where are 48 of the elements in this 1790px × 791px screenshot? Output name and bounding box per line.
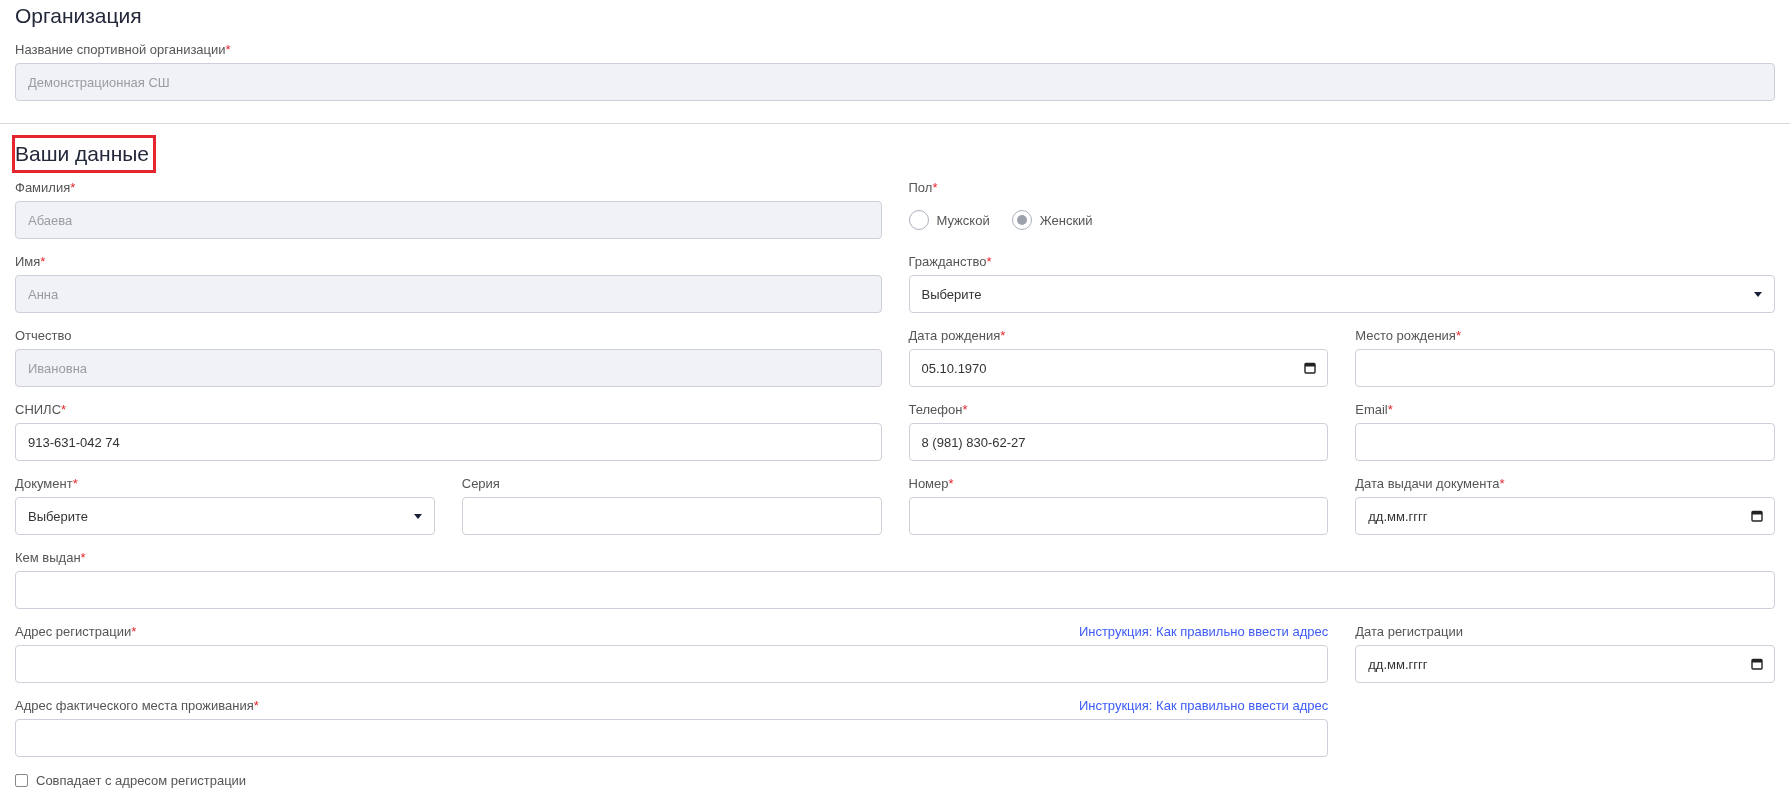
calendar-icon[interactable]: [1751, 510, 1763, 522]
text-field[interactable]: [15, 645, 1329, 683]
radio-option[interactable]: Женский: [1011, 210, 1093, 230]
field-label: Номер*: [908, 476, 954, 492]
field-label: Кем выдан*: [15, 550, 86, 566]
field-label: Телефон*: [908, 402, 968, 418]
date-field[interactable]: дд.мм.гггг: [1355, 645, 1775, 683]
caret-icon: [413, 513, 422, 519]
field-label: Пол*: [908, 180, 938, 196]
field-label: Дата рождения*: [908, 328, 1006, 344]
section-title: Организация: [15, 3, 143, 29]
field-label: Серия: [461, 476, 500, 492]
field-label: Документ*: [15, 476, 78, 492]
text-field[interactable]: [461, 497, 882, 535]
dropdown-field[interactable]: Выберите: [15, 497, 435, 535]
checkbox[interactable]: [15, 773, 28, 787]
text-field[interactable]: 913-631-042 74: [15, 423, 882, 461]
radio-button[interactable]: [908, 210, 929, 230]
field-label: Фамилия*: [15, 180, 76, 196]
date-field[interactable]: дд.мм.гггг: [1355, 497, 1775, 535]
text-field[interactable]: [908, 497, 1329, 535]
field-label: Гражданство*: [908, 254, 992, 270]
calendar-icon[interactable]: [1751, 658, 1763, 670]
dropdown-field[interactable]: Выберите: [908, 275, 1775, 313]
instruction-link[interactable]: Инструкция: Как правильно ввести адрес: [1078, 698, 1329, 714]
field-label: Адрес фактического места проживания*: [15, 698, 259, 714]
field-label: Имя*: [15, 254, 46, 270]
checkbox-label: Совпадает с адресом регистрации: [36, 772, 247, 788]
field-label: Email*: [1355, 402, 1393, 418]
field-label: Дата регистрации: [1355, 624, 1463, 640]
calendar-icon[interactable]: [1304, 362, 1317, 374]
text-field[interactable]: [15, 571, 1775, 609]
field-label: Отчество: [15, 328, 72, 344]
section-title: Ваши данные: [15, 138, 153, 170]
instruction-link[interactable]: Инструкция: Как правильно ввести адрес: [1078, 624, 1329, 640]
text-field[interactable]: 8 (981) 830-62-27: [908, 423, 1329, 461]
field-label: Дата выдачи документа*: [1355, 476, 1505, 492]
text-field[interactable]: [1355, 349, 1775, 387]
field-label: Место рождения*: [1355, 328, 1461, 344]
radio-button[interactable]: [1011, 210, 1032, 230]
field-label: Адрес регистрации*: [15, 624, 137, 640]
text-field[interactable]: [15, 719, 1329, 757]
radio-option[interactable]: Мужской: [908, 210, 990, 230]
caret-icon: [1754, 291, 1762, 297]
field-label: Название спортивной организации*: [15, 42, 231, 58]
text-field[interactable]: [1355, 423, 1775, 461]
date-field[interactable]: 05.10.1970: [908, 349, 1329, 387]
field-label: СНИЛС*: [15, 402, 67, 418]
